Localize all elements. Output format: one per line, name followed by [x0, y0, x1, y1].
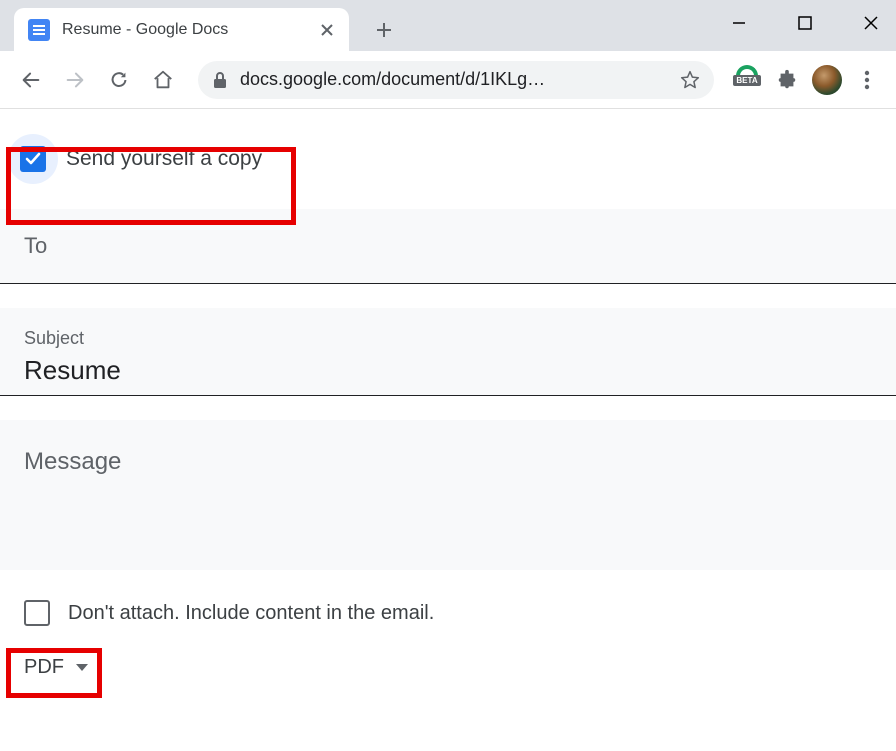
send-yourself-copy-checkbox[interactable]: [20, 146, 46, 172]
chevron-down-icon: [76, 664, 88, 671]
beta-badge: BETA: [733, 75, 760, 86]
reload-button[interactable]: [102, 63, 136, 97]
url-text: docs.google.com/document/d/1IKLg…: [240, 69, 668, 90]
dont-attach-label: Don't attach. Include content in the ema…: [68, 602, 434, 625]
maximize-button[interactable]: [792, 10, 818, 36]
browser-toolbar: docs.google.com/document/d/1IKLg… BETA: [0, 51, 896, 109]
home-button[interactable]: [146, 63, 180, 97]
bookmark-star-icon[interactable]: [680, 70, 700, 90]
subject-label: Subject: [24, 328, 872, 349]
to-label: To: [24, 233, 872, 259]
format-dropdown[interactable]: PDF: [18, 652, 94, 683]
to-field[interactable]: To: [0, 209, 896, 284]
beta-extension-icon[interactable]: BETA: [732, 63, 762, 97]
minimize-button[interactable]: [726, 10, 752, 36]
back-button[interactable]: [14, 63, 48, 97]
format-selected-label: PDF: [24, 656, 64, 679]
send-yourself-copy-label: Send yourself a copy: [66, 147, 262, 171]
dont-attach-checkbox[interactable]: [24, 600, 50, 626]
extensions-icon[interactable]: [772, 65, 802, 95]
close-window-button[interactable]: [858, 10, 884, 36]
message-label: Message: [24, 448, 872, 476]
subject-value: Resume: [24, 355, 872, 389]
profile-avatar[interactable]: [812, 65, 842, 95]
address-bar[interactable]: docs.google.com/document/d/1IKLg…: [198, 61, 714, 99]
forward-button[interactable]: [58, 63, 92, 97]
format-row: PDF: [0, 640, 896, 695]
dont-attach-row: Don't attach. Include content in the ema…: [0, 570, 896, 640]
subject-field[interactable]: Subject Resume: [0, 308, 896, 396]
tab-title: Resume - Google Docs: [62, 21, 309, 39]
lock-icon: [212, 71, 228, 89]
browser-tab-strip: Resume - Google Docs: [0, 0, 896, 51]
send-yourself-copy-row: Send yourself a copy: [0, 109, 896, 209]
tab-close-icon[interactable]: [319, 22, 335, 38]
google-docs-icon: [28, 19, 50, 41]
window-controls: [726, 10, 884, 36]
browser-menu-button[interactable]: [852, 65, 882, 95]
browser-tab[interactable]: Resume - Google Docs: [14, 8, 349, 51]
message-field[interactable]: Message: [0, 420, 896, 570]
email-dialog: Send yourself a copy To Subject Resume M…: [0, 109, 896, 695]
new-tab-button[interactable]: [369, 15, 399, 45]
